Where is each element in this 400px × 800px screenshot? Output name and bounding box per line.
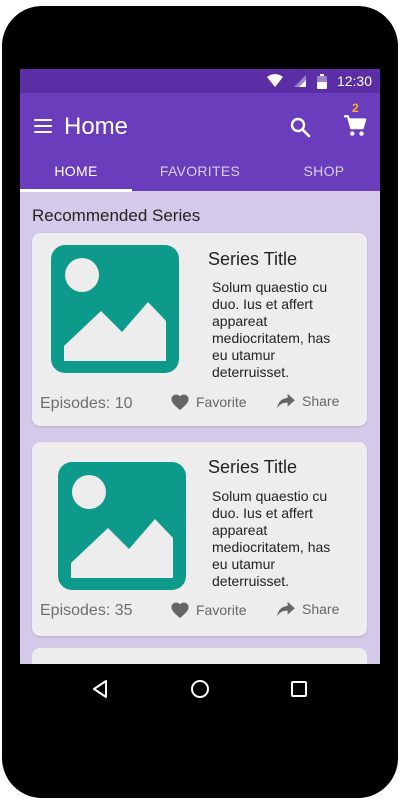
- share-label: Share: [302, 601, 340, 617]
- status-bar: 12:30: [20, 69, 380, 93]
- app-screen: 12:30 Home 2 HOME FAVORITES SHOP Recomme…: [20, 69, 380, 664]
- recents-icon[interactable]: [291, 681, 307, 697]
- favorite-label: Favorite: [196, 602, 247, 618]
- status-time: 12:30: [336, 73, 372, 89]
- status-icons: 12:30: [266, 69, 372, 93]
- favorite-button[interactable]: Favorite: [170, 393, 247, 411]
- series-card[interactable]: [32, 648, 367, 664]
- section-title: Recommended Series: [32, 206, 201, 225]
- wifi-icon: [266, 74, 283, 87]
- share-label: Share: [302, 393, 340, 409]
- series-description: Solum quaestio cu duo. Ius et affert app…: [212, 488, 331, 589]
- share-button[interactable]: Share: [276, 393, 339, 409]
- tab-bar: HOME FAVORITES SHOP: [20, 157, 380, 191]
- share-icon: [277, 601, 295, 617]
- episode-count: Episodes: 35: [40, 602, 133, 619]
- image-placeholder-icon: [58, 462, 186, 590]
- share-button[interactable]: Share: [276, 601, 339, 617]
- series-title: Series Title: [208, 249, 298, 269]
- home-icon[interactable]: [190, 679, 210, 699]
- app-bar: Home 2 HOME FAVORITES SHOP: [20, 93, 380, 191]
- favorite-label: Favorite: [196, 394, 247, 410]
- back-icon[interactable]: [90, 679, 110, 699]
- tab-favorites[interactable]: FAVORITES: [132, 157, 268, 191]
- signal-icon: [293, 75, 306, 87]
- series-description: Solum quaestio cu duo. Ius et affert app…: [212, 279, 331, 380]
- heart-icon: [171, 602, 189, 619]
- favorite-button[interactable]: Favorite: [170, 601, 247, 619]
- battery-icon: [316, 73, 327, 89]
- series-card[interactable]: Series Title Solum quaestio cu duo. Ius …: [32, 233, 367, 426]
- series-card[interactable]: Series Title Solum quaestio cu duo. Ius …: [32, 442, 367, 636]
- tab-indicator: [20, 189, 132, 192]
- tab-home[interactable]: HOME: [20, 157, 132, 191]
- image-placeholder-icon: [51, 245, 179, 373]
- search-icon[interactable]: [288, 115, 312, 139]
- page-title: Home: [64, 113, 129, 140]
- series-title: Series Title: [208, 457, 298, 477]
- tab-shop[interactable]: SHOP: [268, 157, 380, 191]
- menu-icon[interactable]: [34, 119, 54, 135]
- cart-icon[interactable]: [342, 113, 368, 139]
- heart-icon: [171, 394, 189, 411]
- share-icon: [277, 393, 295, 409]
- episode-count: Episodes: 10: [40, 395, 133, 412]
